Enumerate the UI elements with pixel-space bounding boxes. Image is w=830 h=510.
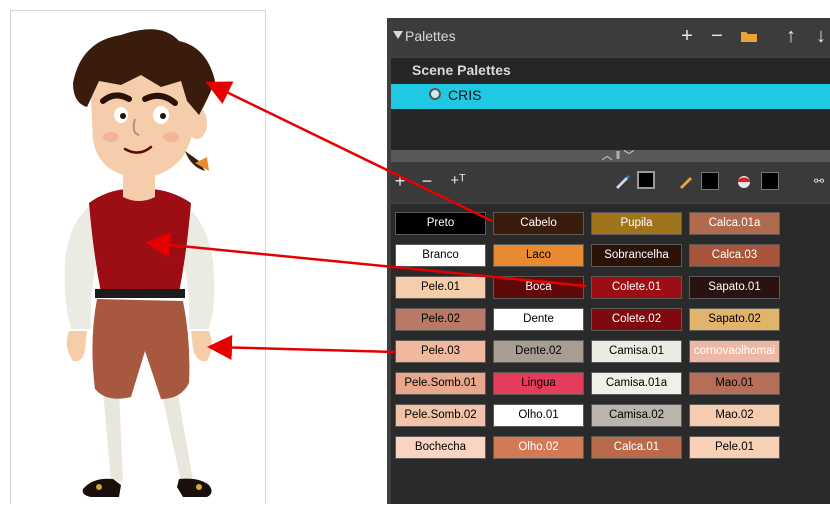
scene-palettes-header: Scene Palettes: [412, 62, 511, 78]
color-swatch[interactable]: Pele.03: [395, 340, 486, 363]
palettes-title: Palettes: [405, 28, 456, 44]
color-swatch[interactable]: Colete.01: [591, 276, 682, 299]
character-preview-panel: [10, 10, 266, 504]
right-shoe: [177, 478, 212, 497]
color-swatch[interactable]: Olho.02: [493, 436, 584, 459]
color-swatch[interactable]: Olho.01: [493, 404, 584, 427]
color-swatch[interactable]: Mao.02: [689, 404, 780, 427]
paint-bucket-icon[interactable]: [735, 170, 753, 192]
right-hand: [191, 331, 212, 362]
color-swatch[interactable]: Preto: [395, 212, 486, 235]
left-cheek: [103, 132, 119, 142]
color-swatch[interactable]: Pele.Somb.01: [395, 372, 486, 395]
color-swatch[interactable]: cornovaolhomai: [689, 340, 780, 363]
color-swatch[interactable]: Camisa.01a: [591, 372, 682, 395]
color-swatch[interactable]: Lingua: [493, 372, 584, 395]
color-swatch[interactable]: Sapato.01: [689, 276, 780, 299]
character-illustration: [64, 29, 215, 497]
arrow-down-icon[interactable]: ↓: [811, 24, 830, 48]
remove-color-icon[interactable]: −: [419, 170, 435, 192]
right-stocking: [161, 389, 193, 481]
color-swatch[interactable]: Cabelo: [493, 212, 584, 235]
pencil-tool-icon[interactable]: [677, 170, 695, 192]
color-swatch-list: Preto Cabelo Pupila Calca.01a Branco Laco Sobr…: [391, 204, 830, 504]
right-cheek: [163, 132, 179, 142]
collapse-triangle-icon[interactable]: [393, 31, 403, 39]
color-swatch[interactable]: Camisa.01: [591, 340, 682, 363]
add-texture-icon[interactable]: +ᵀ: [449, 170, 467, 192]
palette-row-cris[interactable]: CRIS: [391, 84, 830, 109]
color-swatch[interactable]: Colete.02: [591, 308, 682, 331]
add-color-icon[interactable]: +: [393, 170, 407, 192]
brush-tool-icon[interactable]: [613, 170, 631, 192]
right-pupil: [160, 113, 166, 119]
left-shoe-buckle: [96, 484, 102, 490]
color-swatch[interactable]: Calca.01a: [689, 212, 780, 235]
color-swatch[interactable]: Pele.01: [395, 276, 486, 299]
palette-name: CRIS: [448, 87, 482, 103]
splitter-chevrons-icon[interactable]: ︿ ‖ ﹀: [587, 150, 649, 162]
color-swatch[interactable]: Bochecha: [395, 436, 486, 459]
color-swatch[interactable]: Calca.01: [591, 436, 682, 459]
color-swatch[interactable]: Pele.01: [689, 436, 780, 459]
brush-color-swatch[interactable]: [637, 171, 655, 189]
arrow-up-icon[interactable]: ↑: [781, 24, 801, 48]
pencil-color-swatch[interactable]: [701, 172, 719, 190]
color-swatch[interactable]: Sobrancelha: [591, 244, 682, 267]
palette-radio-icon: [429, 88, 441, 100]
color-swatch[interactable]: Mao.01: [689, 372, 780, 395]
color-swatch[interactable]: Sapato.02: [689, 308, 780, 331]
fill-color-swatch[interactable]: [761, 172, 779, 190]
color-swatch[interactable]: Boca: [493, 276, 584, 299]
vest: [89, 188, 191, 293]
color-swatch[interactable]: Calca.03: [689, 244, 780, 267]
panel-splitter[interactable]: ︿ ‖ ﹀: [391, 150, 830, 162]
color-swatch[interactable]: Camisa.02: [591, 404, 682, 427]
left-pupil: [120, 113, 126, 119]
color-swatch[interactable]: Laco: [493, 244, 584, 267]
color-swatch[interactable]: Pupila: [591, 212, 682, 235]
color-swatch[interactable]: Pele.Somb.02: [395, 404, 486, 427]
palettes-window: Palettes + − ↑ ↓ Scene Palettes CRIS ︿ ‖…: [387, 18, 830, 504]
link-icon[interactable]: ⚯: [811, 170, 827, 192]
folder-icon[interactable]: [739, 24, 759, 48]
color-swatch[interactable]: Pele.02: [395, 308, 486, 331]
color-swatch[interactable]: Branco: [395, 244, 486, 267]
palettes-title-bar: Palettes + − ↑ ↓: [387, 18, 830, 56]
scene-palettes-list: Scene Palettes CRIS: [391, 58, 830, 150]
right-shoe-buckle: [196, 484, 202, 490]
belt: [95, 289, 185, 298]
left-stocking: [103, 391, 123, 481]
add-palette-icon[interactable]: +: [677, 24, 697, 48]
left-hand: [66, 331, 87, 362]
color-swatch[interactable]: Dente: [493, 308, 584, 331]
pants: [92, 299, 190, 399]
color-swatch[interactable]: Dente.02: [493, 340, 584, 363]
color-toolbar: + − +ᵀ ⚯: [391, 162, 830, 202]
remove-palette-icon[interactable]: −: [707, 24, 727, 48]
